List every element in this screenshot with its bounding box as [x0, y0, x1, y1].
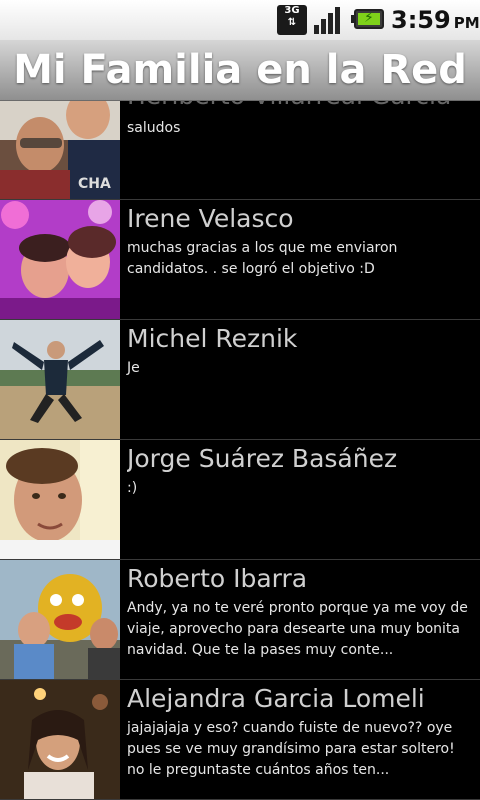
contact-row[interactable]: Michel Reznik Je [0, 320, 480, 440]
contact-name: Irene Velasco [127, 204, 294, 233]
screen: CHA Heriberto Villarreal García saludos [0, 0, 480, 800]
contact-message: :) [127, 480, 138, 496]
status-clock: 3:59 PM [391, 6, 480, 34]
contact-photo [0, 200, 120, 319]
contact-message: saludos [127, 120, 181, 136]
contact-name: Michel Reznik [127, 324, 298, 353]
contact-name: Jorge Suárez Basáñez [127, 444, 398, 473]
contact-row[interactable]: Jorge Suárez Basáñez :) [0, 440, 480, 560]
3g-data-icon: 3G ⇅ [277, 5, 307, 35]
contact-photo [0, 320, 120, 439]
contact-photo [0, 680, 120, 799]
contact-photo [0, 440, 120, 559]
contact-message: jajajajaja y eso? cuando fuiste de nuevo… [127, 720, 455, 778]
contact-list[interactable]: CHA Heriberto Villarreal García saludos [0, 80, 480, 800]
app-title: Mi Familia en la Red [13, 47, 467, 93]
contact-name: Alejandra Garcia Lomeli [127, 684, 425, 713]
shirt-text: CHA [78, 176, 111, 192]
contact-row[interactable]: Irene Velasco muchas gracias a los que m… [0, 200, 480, 320]
contact-row[interactable]: Alejandra Garcia Lomeli jajajajaja y eso… [0, 680, 480, 800]
contact-photo [0, 560, 120, 679]
contact-row[interactable]: Roberto Ibarra Andy, ya no te veré pront… [0, 560, 480, 680]
contact-message: Andy, ya no te veré pronto porque ya me … [127, 600, 468, 658]
contact-name: Roberto Ibarra [127, 564, 308, 593]
battery-charging-icon: ⚡ [351, 9, 384, 29]
contact-message: Je [127, 360, 140, 376]
app-title-bar: Mi Familia en la Red [0, 40, 480, 101]
status-bar: 3G ⇅ ⚡ 3:59 PM [0, 0, 480, 41]
contact-message: muchas gracias a los que me enviaron can… [127, 240, 398, 277]
signal-strength-icon [313, 5, 343, 35]
